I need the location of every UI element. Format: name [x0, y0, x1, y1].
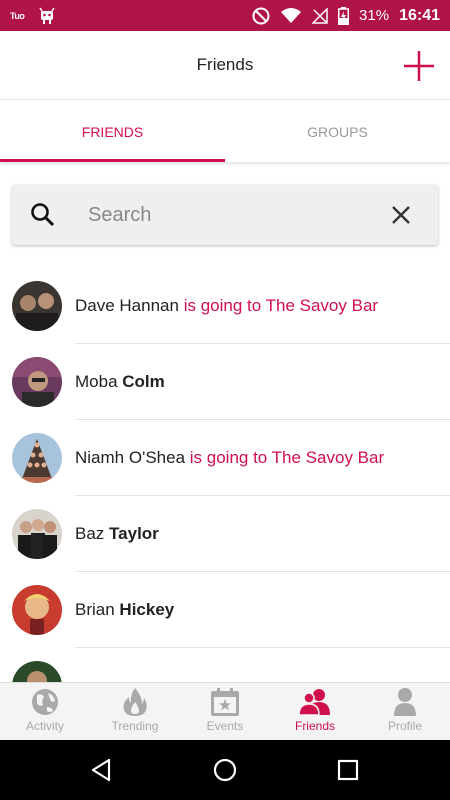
back-icon[interactable] [89, 757, 115, 783]
friend-name: Dave Hannan [75, 296, 179, 315]
people-icon [298, 689, 330, 716]
nav-label: Profile [387, 719, 422, 733]
search-input[interactable] [88, 203, 390, 227]
friend-name: Brian [75, 600, 115, 619]
friend-row[interactable]: Niamh O'Shea is going to The Savoy Bar [0, 420, 450, 496]
tab-groups[interactable]: GROUPS [225, 101, 450, 162]
friend-name: Moba [75, 372, 118, 391]
nav-friends[interactable]: Friends [270, 683, 360, 740]
battery-percentage: 31% [359, 7, 390, 24]
no-signal-icon [312, 7, 328, 24]
friend-name: Baz [75, 524, 105, 543]
avatar [12, 661, 62, 682]
friend-row[interactable]: Baz Taylor [0, 496, 450, 572]
nav-trending[interactable]: Trending [90, 683, 180, 740]
bottom-nav: Activity Trending Events Friends Profile [0, 682, 450, 740]
friend-last-name: Hickey [119, 600, 175, 619]
flame-icon [123, 688, 147, 716]
battery-charging-icon [338, 6, 350, 25]
friend-list: Dave Hannan is going to The Savoy Bar Mo… [0, 268, 450, 682]
friend-last-name: Colm [122, 372, 165, 391]
home-icon[interactable] [212, 757, 238, 783]
nav-events[interactable]: Events [180, 683, 270, 740]
recents-icon[interactable] [335, 757, 361, 783]
avatar [12, 281, 62, 331]
friend-status: is going to The Savoy Bar [183, 296, 379, 315]
nav-label: Trending [111, 719, 159, 733]
carrier-label: Tuo [10, 10, 25, 21]
wifi-icon [281, 8, 302, 23]
nav-label: Friends [294, 719, 335, 733]
avatar [12, 433, 62, 483]
tab-bar: FRIENDS GROUPS [0, 101, 450, 162]
nav-profile[interactable]: Profile [360, 683, 450, 740]
nav-label: Activity [25, 719, 64, 733]
search-bar [12, 185, 438, 245]
globe-icon [32, 689, 58, 715]
clock: 16:41 [399, 6, 440, 24]
add-friend-button[interactable] [402, 49, 436, 83]
calendar-icon [211, 688, 239, 716]
search-icon[interactable] [30, 202, 56, 228]
clear-search-icon[interactable] [390, 204, 412, 226]
avatar [12, 585, 62, 635]
android-debug-icon [39, 7, 55, 24]
avatar [12, 509, 62, 559]
friend-row[interactable] [0, 648, 450, 682]
status-bar: Tuo 31% 16:41 [0, 0, 450, 31]
avatar [12, 357, 62, 407]
app-bar: Friends [0, 31, 450, 100]
friend-status: is going to The Savoy Bar [189, 448, 385, 467]
friend-row[interactable]: Moba Colm [0, 344, 450, 420]
system-navigation-bar [0, 740, 450, 800]
tab-friends[interactable]: FRIENDS [0, 101, 225, 162]
nav-activity[interactable]: Activity [0, 683, 90, 740]
friend-row[interactable]: Brian Hickey [0, 572, 450, 648]
nav-label: Events [206, 719, 244, 733]
friend-name: Niamh O'Shea [75, 448, 186, 467]
person-icon [394, 688, 416, 716]
do-not-disturb-icon [252, 7, 270, 24]
page-title: Friends [196, 55, 254, 74]
friend-last-name: Taylor [109, 524, 159, 543]
friend-row[interactable]: Dave Hannan is going to The Savoy Bar [0, 268, 450, 344]
